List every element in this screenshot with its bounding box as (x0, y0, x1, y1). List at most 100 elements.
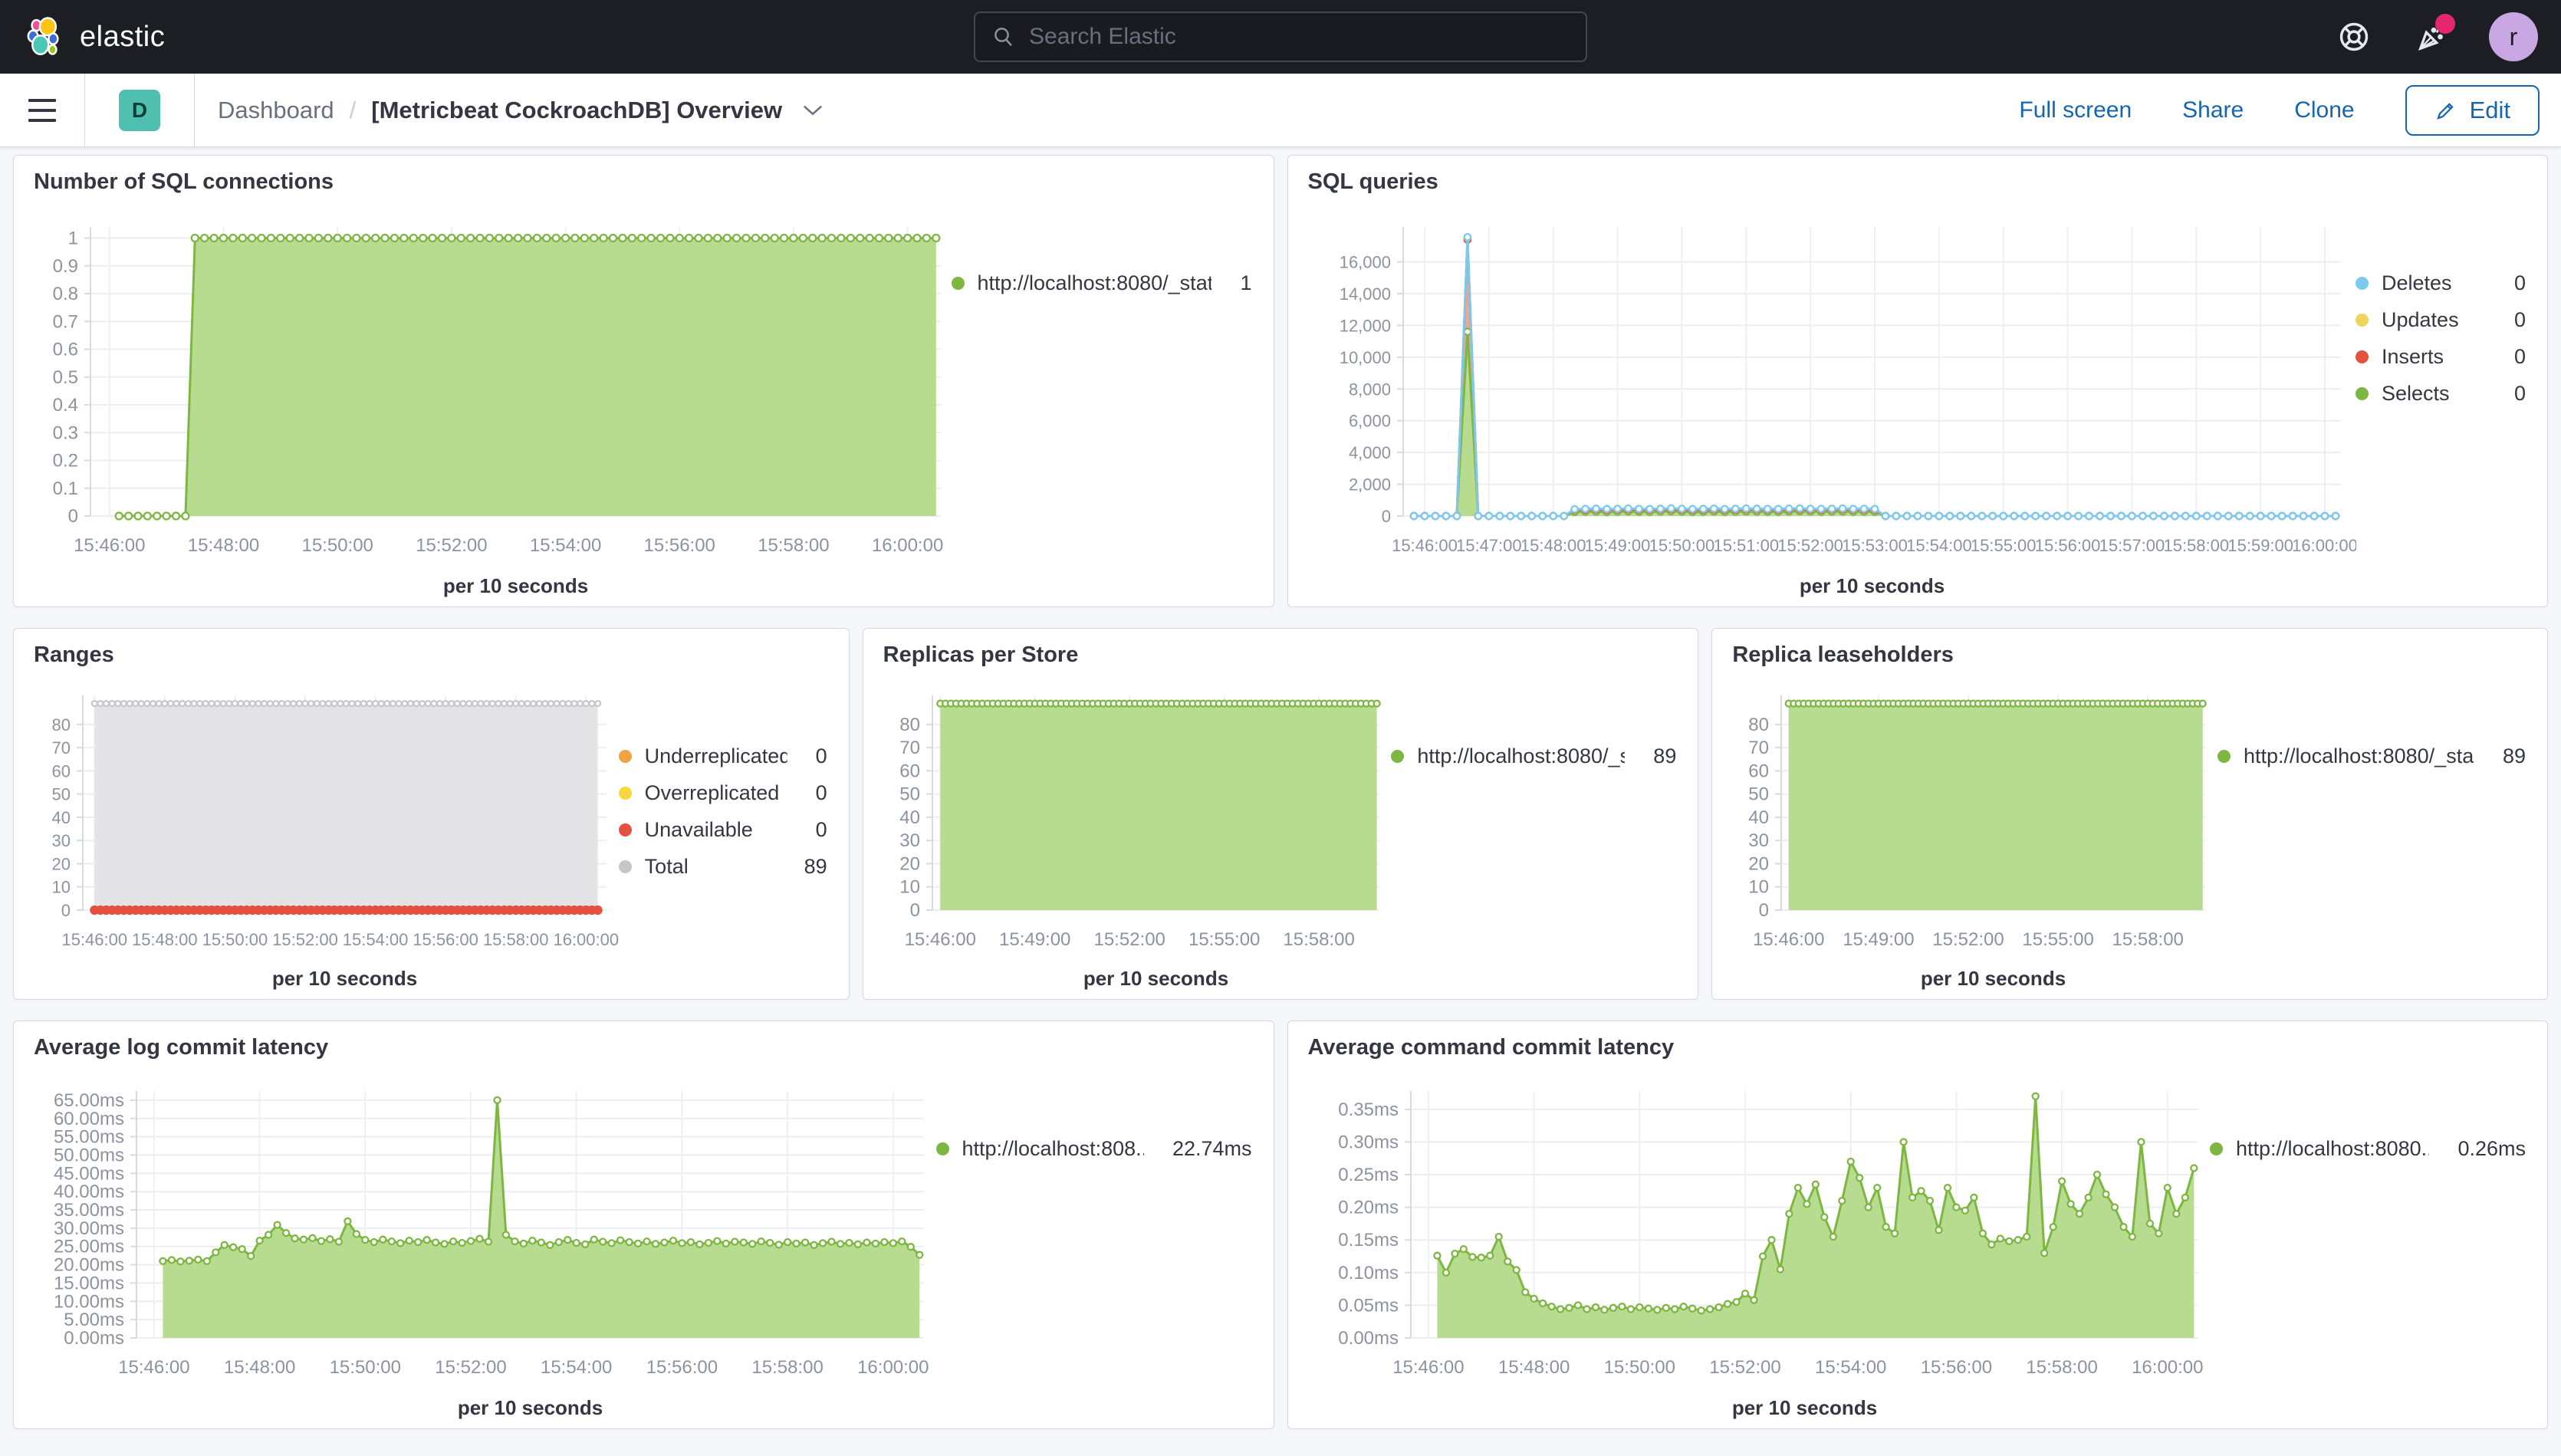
svg-text:15:55:00: 15:55:00 (2023, 929, 2094, 950)
svg-text:12,000: 12,000 (1339, 316, 1390, 335)
global-search[interactable] (974, 12, 1587, 62)
svg-text:15:56:00: 15:56:00 (646, 1357, 718, 1378)
svg-text:0: 0 (1759, 900, 1769, 921)
panel-replicas-per-store: Replicas per Store 0102030405060708015:4… (863, 628, 1699, 1000)
elastic-logo[interactable]: elastic (23, 15, 165, 58)
svg-text:0.05ms: 0.05ms (1338, 1295, 1399, 1316)
legend-item[interactable]: http://localhost:8080/_sta...89 (2217, 744, 2526, 768)
svg-text:0.00ms: 0.00ms (1338, 1328, 1399, 1349)
svg-text:80: 80 (1749, 715, 1770, 735)
svg-text:16:00:00: 16:00:00 (553, 930, 619, 949)
legend-item[interactable]: Unavailable0 (619, 818, 827, 842)
panel-title: Ranges (34, 643, 849, 668)
svg-text:15:59:00: 15:59:00 (2227, 536, 2293, 555)
svg-text:15:51:00: 15:51:00 (1713, 536, 1779, 555)
legend-item[interactable]: Inserts0 (2356, 345, 2526, 369)
search-input[interactable] (1029, 24, 1569, 50)
svg-text:16,000: 16,000 (1339, 253, 1390, 272)
divider (84, 74, 85, 147)
legend-item[interactable]: Deletes0 (2356, 271, 2526, 295)
breadcrumb-dashboard-link[interactable]: Dashboard (218, 97, 334, 124)
svg-text:15.00ms: 15.00ms (54, 1273, 124, 1293)
svg-text:15:58:00: 15:58:00 (2026, 1357, 2097, 1378)
svg-text:15:58:00: 15:58:00 (751, 1357, 823, 1378)
svg-text:30: 30 (52, 831, 71, 850)
svg-text:10: 10 (52, 878, 71, 897)
svg-text:10,000: 10,000 (1339, 348, 1390, 367)
svg-text:15:54:00: 15:54:00 (530, 535, 601, 556)
svg-text:per 10 seconds: per 10 seconds (1799, 574, 1944, 597)
edit-button[interactable]: Edit (2405, 85, 2540, 136)
help-button[interactable] (2333, 15, 2375, 58)
svg-text:15:46:00: 15:46:00 (74, 535, 145, 556)
panel-title: SQL queries (1308, 169, 2548, 195)
svg-text:10: 10 (1749, 877, 1770, 898)
svg-text:per 10 seconds: per 10 seconds (1083, 967, 1228, 990)
legend-label: Selects (2382, 382, 2450, 406)
svg-text:55.00ms: 55.00ms (54, 1127, 124, 1148)
full-screen-link[interactable]: Full screen (2019, 97, 2132, 123)
space-badge[interactable]: D (119, 90, 160, 131)
svg-text:80: 80 (52, 715, 71, 735)
legend-value: 89 (1638, 744, 1676, 768)
chart-canvas[interactable]: 0102030405060708015:46:0015:48:0015:50:0… (14, 668, 619, 999)
chart-canvas[interactable]: 02,0004,0006,0008,00010,00012,00014,0001… (1288, 195, 2356, 606)
legend-item[interactable]: http://localhost:808...22.74ms (936, 1137, 1252, 1161)
svg-text:15:50:00: 15:50:00 (1603, 1357, 1675, 1378)
newsfeed-button[interactable] (2411, 15, 2454, 58)
svg-text:30.00ms: 30.00ms (54, 1218, 124, 1239)
svg-text:50.00ms: 50.00ms (54, 1145, 124, 1166)
legend-value: 22.74ms (1157, 1137, 1252, 1161)
legend-label: http://localhost:8080/_sta... (1417, 744, 1625, 768)
svg-text:0: 0 (68, 506, 78, 527)
legend-label: http://localhost:8080/_stat... (978, 271, 1212, 295)
legend-item[interactable]: Selects0 (2356, 382, 2526, 406)
notification-badge (2435, 14, 2455, 34)
svg-text:16:00:00: 16:00:00 (2292, 536, 2356, 555)
legend-item[interactable]: Overreplicated0 (619, 781, 827, 805)
svg-text:15:49:00: 15:49:00 (1843, 929, 1915, 950)
chart-canvas[interactable]: 0102030405060708015:46:0015:49:0015:52:0… (1712, 668, 2217, 999)
legend-label: Deletes (2382, 271, 2452, 295)
chart-canvas[interactable]: 0102030405060708015:46:0015:49:0015:52:0… (863, 668, 1392, 999)
svg-text:0.7: 0.7 (53, 311, 78, 332)
svg-text:15:48:00: 15:48:00 (224, 1357, 295, 1378)
svg-text:70: 70 (1749, 738, 1770, 758)
legend-item[interactable]: http://localhost:8080/_sta... 89 (1391, 744, 1676, 768)
legend-item[interactable]: Total89 (619, 855, 827, 879)
svg-text:15:46:00: 15:46:00 (1392, 536, 1458, 555)
svg-text:16:00:00: 16:00:00 (857, 1357, 929, 1378)
svg-text:15:56:00: 15:56:00 (413, 930, 478, 949)
svg-text:25.00ms: 25.00ms (54, 1237, 124, 1257)
breadcrumb-separator: / (350, 97, 357, 124)
panel-replica-leaseholders: Replica leaseholders 0102030405060708015… (1711, 628, 2548, 1000)
svg-text:15:53:00: 15:53:00 (1842, 536, 1908, 555)
svg-text:30: 30 (899, 830, 920, 851)
chart-canvas[interactable]: 0.00ms5.00ms10.00ms15.00ms20.00ms25.00ms… (14, 1060, 936, 1428)
svg-text:80: 80 (899, 715, 920, 735)
svg-text:per 10 seconds: per 10 seconds (1731, 1396, 1876, 1419)
menu-button[interactable] (0, 74, 84, 147)
user-avatar[interactable]: r (2489, 12, 2538, 61)
svg-text:0.5: 0.5 (53, 367, 78, 388)
chart-canvas[interactable]: 0.00ms0.05ms0.10ms0.15ms0.20ms0.25ms0.30… (1288, 1060, 2211, 1428)
title-menu-button[interactable] (802, 104, 824, 117)
svg-text:0: 0 (61, 901, 71, 920)
share-link[interactable]: Share (2182, 97, 2244, 123)
svg-text:15:55:00: 15:55:00 (1970, 536, 2036, 555)
clone-link[interactable]: Clone (2294, 97, 2354, 123)
svg-text:per 10 seconds: per 10 seconds (458, 1396, 603, 1419)
legend-value: 0 (2499, 308, 2526, 332)
chart-legend: http://localhost:8080/_sta...89 (2217, 668, 2547, 999)
legend-item[interactable]: Underreplicated0 (619, 744, 827, 768)
svg-text:15:58:00: 15:58:00 (1283, 929, 1354, 950)
brand-text: elastic (80, 21, 165, 54)
svg-text:15:58:00: 15:58:00 (2163, 536, 2229, 555)
svg-text:70: 70 (899, 738, 920, 758)
legend-item[interactable]: http://localhost:8080/_stat...1 (952, 271, 1252, 295)
svg-text:15:56:00: 15:56:00 (2034, 536, 2100, 555)
legend-item[interactable]: Updates0 (2356, 308, 2526, 332)
legend-value: 0 (801, 818, 827, 842)
legend-item[interactable]: http://localhost:8080...0.26ms (2210, 1137, 2526, 1161)
chart-canvas[interactable]: 00.10.20.30.40.50.60.70.80.9115:46:0015:… (14, 195, 952, 606)
